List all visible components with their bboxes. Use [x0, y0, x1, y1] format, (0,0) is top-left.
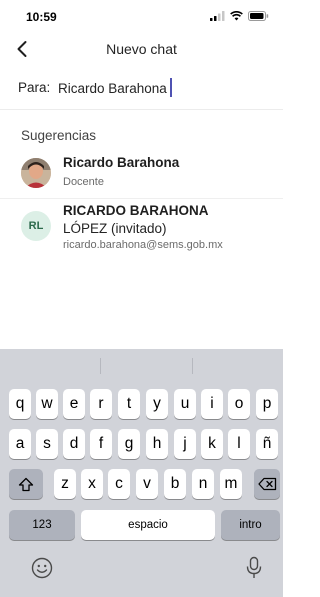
profile-photo-icon: [21, 158, 51, 188]
key-i[interactable]: i: [201, 389, 223, 419]
numbers-key[interactable]: 123: [9, 510, 75, 540]
suggestion-item[interactable]: RL RICARDO BARAHONA LÓPEZ (invitado) ric…: [0, 198, 283, 256]
status-icons: [210, 11, 269, 21]
contact-name: RICARDO BARAHONA: [63, 203, 209, 218]
emoji-button[interactable]: [31, 557, 53, 584]
key-o[interactable]: o: [228, 389, 250, 419]
divider: [100, 358, 101, 374]
battery-icon: [248, 11, 269, 21]
delete-key[interactable]: [254, 469, 280, 499]
divider: [192, 358, 193, 374]
key-enye[interactable]: ñ: [256, 429, 278, 459]
keyboard: q w e r t y u i o p a s d f g h j k l ñ …: [0, 349, 283, 597]
key-s[interactable]: s: [36, 429, 58, 459]
contact-email: ricardo.barahona@sems.gob.mx: [63, 239, 223, 251]
return-key[interactable]: intro: [221, 510, 280, 540]
key-m[interactable]: m: [220, 469, 242, 499]
key-b[interactable]: b: [164, 469, 186, 499]
key-q[interactable]: q: [9, 389, 31, 419]
key-j[interactable]: j: [174, 429, 196, 459]
key-k[interactable]: k: [201, 429, 223, 459]
text-caret: [170, 78, 172, 97]
avatar: [21, 158, 51, 188]
contact-name-continued: LÓPEZ (invitado): [63, 221, 167, 236]
key-c[interactable]: c: [108, 469, 130, 499]
emoji-icon: [31, 557, 53, 579]
suggestions-header: Sugerencias: [21, 128, 97, 143]
nav-bar: Nuevo chat: [0, 34, 283, 64]
key-n[interactable]: n: [192, 469, 214, 499]
key-f[interactable]: f: [90, 429, 112, 459]
backspace-icon: [257, 477, 276, 491]
key-w[interactable]: w: [36, 389, 58, 419]
contact-name: Ricardo Barahona: [63, 155, 180, 170]
avatar-initials: RL: [21, 211, 51, 241]
recipient-input[interactable]: [58, 76, 268, 100]
key-v[interactable]: v: [136, 469, 158, 499]
key-g[interactable]: g: [118, 429, 140, 459]
space-key[interactable]: espacio: [81, 510, 215, 540]
to-field-row: Para:: [0, 74, 283, 110]
predictive-text-bar: [0, 349, 283, 383]
status-bar: 10:59: [0, 0, 283, 32]
key-a[interactable]: a: [9, 429, 31, 459]
key-z[interactable]: z: [54, 469, 76, 499]
key-x[interactable]: x: [81, 469, 103, 499]
key-y[interactable]: y: [146, 389, 168, 419]
to-label: Para:: [18, 80, 51, 95]
dictation-button[interactable]: [246, 556, 262, 585]
key-t[interactable]: t: [118, 389, 140, 419]
key-l[interactable]: l: [228, 429, 250, 459]
wifi-icon: [230, 11, 243, 21]
key-h[interactable]: h: [146, 429, 168, 459]
key-u[interactable]: u: [174, 389, 196, 419]
microphone-icon: [246, 556, 262, 578]
shift-key[interactable]: [9, 469, 43, 499]
shift-icon: [18, 477, 34, 491]
suggestion-item[interactable]: Ricardo Barahona Docente: [0, 150, 283, 196]
contact-role: Docente: [63, 176, 104, 188]
page-title: Nuevo chat: [106, 41, 177, 57]
key-d[interactable]: d: [63, 429, 85, 459]
key-p[interactable]: p: [256, 389, 278, 419]
status-time: 10:59: [26, 10, 57, 24]
key-e[interactable]: e: [63, 389, 85, 419]
signal-icon: [210, 11, 225, 21]
key-r[interactable]: r: [90, 389, 112, 419]
